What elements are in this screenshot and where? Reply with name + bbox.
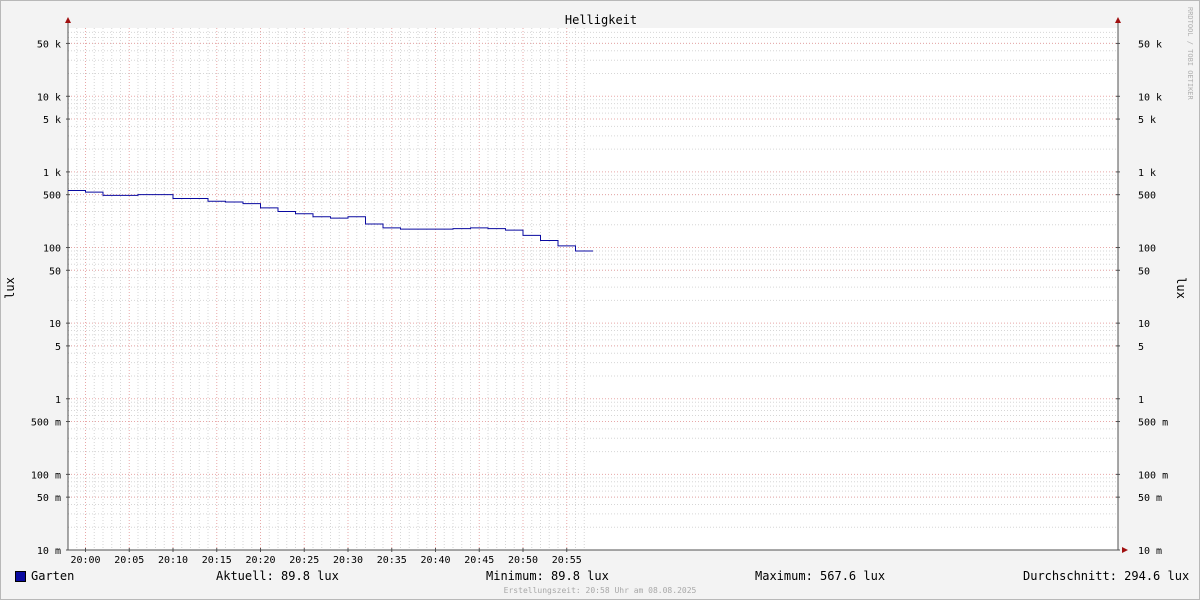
y-tick-label-right: 10 m — [1138, 546, 1162, 557]
legend-average: Durchschnitt: 294.6 lux — [1023, 569, 1190, 583]
y-tick-label-right: 1 — [1138, 395, 1144, 406]
y-tick-label-right: 100 — [1138, 244, 1156, 255]
y-tick-label-left: 10 m — [37, 546, 61, 557]
y-tick-label-left: 1 — [55, 395, 61, 406]
x-tick-label: 20:00 — [70, 555, 100, 566]
y-tick-label-left: 10 k — [37, 92, 61, 103]
x-tick-label: 20:35 — [377, 555, 407, 566]
y-tick-label-right: 50 k — [1138, 39, 1162, 50]
x-tick-label: 20:30 — [333, 555, 363, 566]
y-tick-label-left: 100 — [43, 244, 61, 255]
y-tick-label-left: 50 k — [37, 39, 61, 50]
y-tick-label-right: 50 m — [1138, 493, 1162, 504]
x-tick-label: 20:55 — [552, 555, 582, 566]
y-tick-label-left: 50 — [49, 266, 61, 277]
y-axis-label-right: lux — [1174, 277, 1188, 299]
y-tick-label-left: 1 k — [43, 168, 61, 179]
x-tick-label: 20:10 — [158, 555, 188, 566]
y-tick-label-left: 10 — [49, 319, 61, 330]
legend-row: Garten Aktuell: 89.8 lux Minimum: 89.8 l… — [1, 569, 1199, 585]
y-tick-label-right: 1 k — [1138, 168, 1156, 179]
x-tick-label: 20:50 — [508, 555, 538, 566]
y-tick-label-left: 5 k — [43, 115, 61, 126]
x-tick-label: 20:40 — [420, 555, 450, 566]
legend-maximum: Maximum: 567.6 lux — [755, 569, 886, 583]
y-tick-label-left: 50 m — [37, 493, 61, 504]
y-tick-label-right: 100 m — [1138, 470, 1168, 481]
footer-timestamp: Erstellungszeit: 20:58 Uhr am 08.08.2025 — [503, 586, 697, 595]
x-axis-arrow — [1122, 547, 1128, 553]
y-axis-label-left: lux — [3, 277, 17, 299]
y-tick-label-right: 10 — [1138, 319, 1150, 330]
x-tick-label: 20:15 — [202, 555, 232, 566]
legend-current: Aktuell: 89.8 lux — [216, 569, 339, 583]
chart-title: Helligkeit — [565, 13, 637, 27]
y-tick-label-right: 5 — [1138, 342, 1144, 353]
y-tick-label-left: 500 — [43, 191, 61, 202]
y-tick-label-left: 100 m — [31, 470, 61, 481]
x-tick-label: 20:05 — [114, 555, 144, 566]
y-tick-label-right: 10 k — [1138, 92, 1162, 103]
y-axis-arrow-right — [1115, 17, 1121, 23]
x-tick-label: 20:25 — [289, 555, 319, 566]
y-tick-label-left: 500 m — [31, 418, 61, 429]
chart-frame: 50 k 50 k 10 k 10 k 5 k 5 k 1 k 1 k 500 500 100 100… — [0, 0, 1200, 600]
y-tick-label-right: 500 m — [1138, 418, 1168, 429]
y-tick-label-left: 5 — [55, 342, 61, 353]
watermark-text: RRDTOOL / TOBI OETIKER — [1186, 7, 1194, 101]
x-tick-label: 20:20 — [245, 555, 275, 566]
y-axis-arrow-left — [65, 17, 71, 23]
y-tick-label-right: 500 — [1138, 191, 1156, 202]
legend-minimum: Minimum: 89.8 lux — [486, 569, 609, 583]
chart-svg: 50 k 50 k 10 k 10 k 5 k 5 k 1 k 1 k 500 500 100 100… — [3, 7, 1194, 566]
y-tick-label-right: 5 k — [1138, 115, 1156, 126]
x-tick-label: 20:45 — [464, 555, 494, 566]
y-tick-label-right: 50 — [1138, 266, 1150, 277]
legend-series-name: Garten — [31, 569, 75, 583]
